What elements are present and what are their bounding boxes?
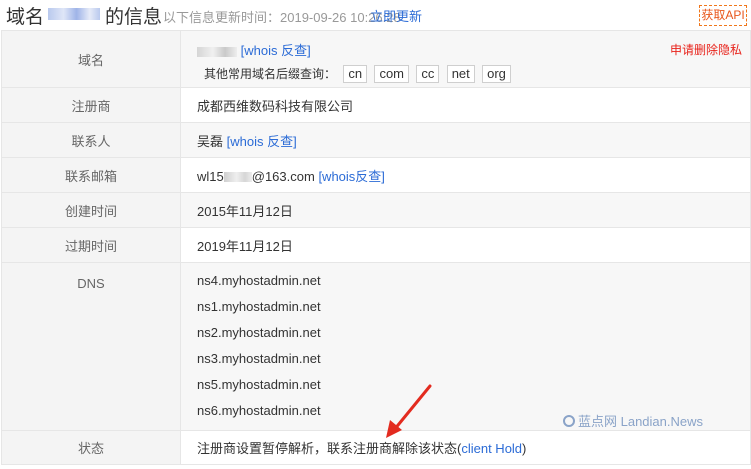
get-api-button[interactable]: 获取API [699, 5, 747, 26]
suffix-query-line: 其他常用域名后缀查询： cn com cc net org [204, 65, 511, 83]
dns-server-item: ns4.myhostadmin.net [197, 273, 321, 288]
value-dns: ns4.myhostadmin.net ns1.myhostadmin.net … [180, 262, 751, 431]
watermark-logo-icon [563, 415, 575, 427]
red-arrow-annotation [386, 384, 432, 438]
client-hold-link[interactable]: client Hold [461, 441, 522, 456]
remove-privacy-link[interactable]: 申请删除隐私 [670, 41, 742, 58]
page-title-suffix: 的信息 [105, 7, 163, 28]
label-status: 状态 [1, 430, 181, 465]
dns-server-item: ns1.myhostadmin.net [197, 299, 321, 314]
suffix-prompt: 其他常用域名后缀查询： [204, 67, 337, 81]
label-domain: 域名 [1, 30, 181, 88]
dns-server-list: ns4.myhostadmin.net ns1.myhostadmin.net … [197, 273, 321, 429]
table-row-status: 状态 注册商设置暂停解析，联系注册商解除该状态(client Hold) [1, 430, 751, 465]
table-row-expires: 过期时间 2019年11月12日 [1, 227, 751, 263]
label-email: 联系邮箱 [1, 157, 181, 193]
table-row-dns: DNS ns4.myhostadmin.net ns1.myhostadmin.… [1, 262, 751, 431]
value-email: wl15 @163.com [whois反查] [180, 157, 751, 193]
status-text: 注册商设置暂停解析，联系注册商解除该状态( [197, 441, 462, 456]
suffix-com-button[interactable]: com [374, 65, 409, 83]
contact-name: 吴磊 [197, 133, 224, 149]
contact-whois-link[interactable]: [whois 反查] [227, 134, 297, 149]
email-prefix: wl15 [197, 168, 224, 184]
table-row-registrar: 注册商 成都西维数码科技有限公司 [1, 87, 751, 123]
status-close-paren: ) [522, 441, 527, 456]
domain-line: [whois 反查] [197, 40, 311, 59]
whois-info-table: 域名 [whois 反查] 其他常用域名后缀查询： cn com cc net … [1, 30, 751, 465]
value-status: 注册商设置暂停解析，联系注册商解除该状态(client Hold) [180, 430, 751, 465]
page-title-prefix: 域名 [6, 7, 45, 28]
value-expires: 2019年11月12日 [180, 227, 751, 263]
suffix-org-button[interactable]: org [482, 65, 511, 83]
value-contact: 吴磊 [whois 反查] [180, 122, 751, 158]
suffix-cn-button[interactable]: cn [343, 65, 368, 83]
value-registrar: 成都西维数码科技有限公司 [180, 87, 751, 123]
dns-server-item: ns3.myhostadmin.net [197, 351, 321, 366]
label-dns: DNS [1, 262, 181, 431]
label-registrar: 注册商 [1, 87, 181, 123]
refresh-now-link[interactable]: 立即更新 [370, 6, 422, 25]
dns-server-item: ns2.myhostadmin.net [197, 325, 321, 340]
email-suffix: @163.com [251, 168, 315, 184]
suffix-net-button[interactable]: net [446, 65, 475, 83]
value-domain: [whois 反查] 其他常用域名后缀查询： cn com cc net org… [180, 30, 751, 88]
dns-server-item: ns5.myhostadmin.net [197, 377, 321, 392]
label-expires: 过期时间 [1, 227, 181, 263]
table-row-domain: 域名 [whois 反查] 其他常用域名后缀查询： cn com cc net … [1, 30, 751, 88]
label-contact: 联系人 [1, 122, 181, 158]
watermark: 蓝点网 Landian.News [563, 411, 703, 430]
domain-whois-link[interactable]: [whois 反查] [241, 43, 311, 58]
blurred-domain-value [197, 46, 237, 57]
suffix-cc-button[interactable]: cc [416, 65, 440, 83]
watermark-text: 蓝点网 Landian.News [578, 414, 703, 429]
email-whois-link[interactable]: [whois反查] [318, 169, 384, 184]
label-created: 创建时间 [1, 192, 181, 228]
table-row-created: 创建时间 2015年11月12日 [1, 192, 751, 228]
update-time-text: 以下信息更新时间：2019-09-26 10:26:28 [163, 10, 401, 25]
blurred-domain-name [48, 8, 100, 20]
page-header: 域名 的信息 以下信息更新时间：2019-09-26 10:26:28 立即更新… [0, 0, 751, 30]
dns-server-item: ns6.myhostadmin.net [197, 403, 321, 418]
table-row-email: 联系邮箱 wl15 @163.com [whois反查] [1, 157, 751, 193]
table-row-contact: 联系人 吴磊 [whois 反查] [1, 122, 751, 158]
value-created: 2015年11月12日 [180, 192, 751, 228]
blurred-email-part [223, 172, 252, 183]
